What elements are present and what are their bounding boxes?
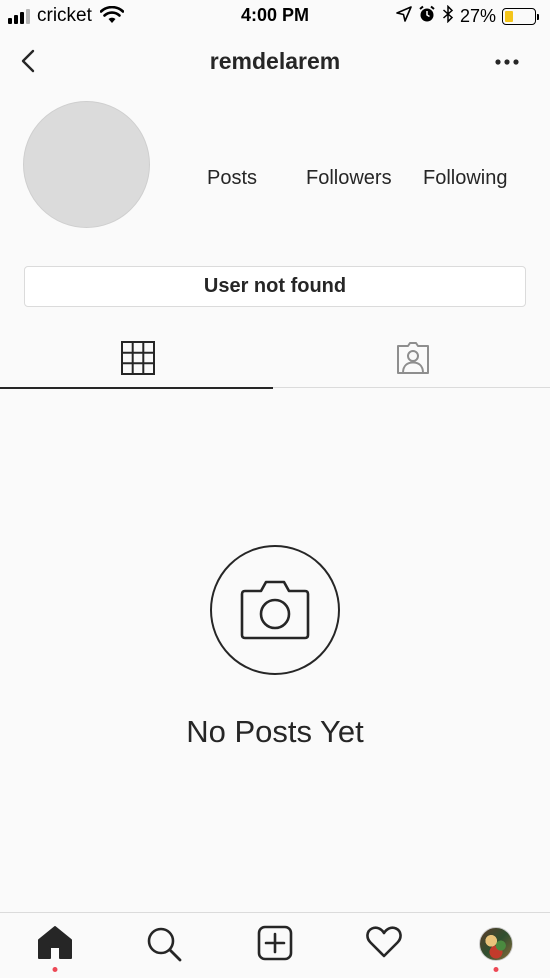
battery-percent: 27% [459,6,496,26]
tab-grid[interactable] [0,330,275,389]
profile-avatar [479,927,513,961]
activity-heart-icon [366,926,402,958]
page-title: remdelarem [209,48,341,74]
notification-dot [52,967,58,972]
home-icon [38,926,72,959]
battery-level [505,11,513,22]
nav-search-button[interactable] [144,925,184,965]
more-options-button[interactable] [492,54,522,70]
battery-icon [502,8,539,25]
avatar [23,101,150,228]
followers-stat-label[interactable]: Followers [306,167,392,190]
search-icon [147,927,182,962]
posts-stat-label[interactable]: Posts [207,167,257,190]
camera-circle [210,545,340,675]
profile-tabs [0,330,550,389]
profile-header: remdelarem [0,36,550,88]
nav-home-button[interactable] [35,925,75,972]
tagged-person-icon [396,342,429,374]
empty-state-text: No Posts Yet [186,714,364,749]
grid-icon [120,341,155,375]
alarm-icon [418,5,436,28]
notification-dot [493,967,499,972]
nav-add-post-button[interactable] [255,925,295,965]
more-options-icon [495,59,519,65]
user-not-found-button[interactable]: User not found [24,266,526,307]
nav-profile-button[interactable] [476,925,516,972]
location-icon [396,6,412,27]
camera-icon [240,580,310,640]
following-stat-label[interactable]: Following [423,167,507,190]
bluetooth-icon [442,4,454,28]
nav-activity-button[interactable] [364,925,404,965]
tab-tagged[interactable] [275,330,550,387]
add-post-icon [257,925,293,961]
profile-stats: Posts Followers Following [0,167,550,195]
bottom-navigation [0,912,550,978]
status-bar: cricket 4:00 PM 27% [0,0,550,32]
